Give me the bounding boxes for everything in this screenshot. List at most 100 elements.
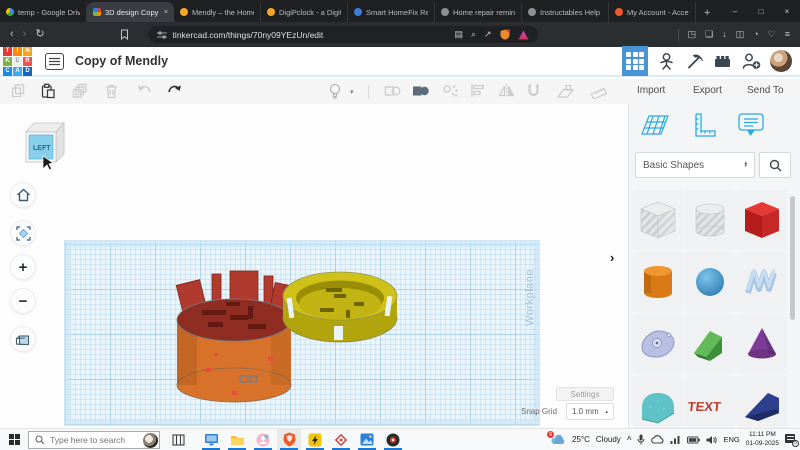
blocks-gingerbread-icon[interactable]: [657, 52, 676, 71]
settings-button[interactable]: Settings: [556, 387, 614, 401]
weather-temperature[interactable]: 25°C: [572, 435, 590, 444]
panel-collapse-button[interactable]: ›: [610, 250, 614, 265]
language-indicator[interactable]: ENG: [723, 435, 739, 444]
zoom-out-button[interactable]: −: [10, 288, 36, 314]
weather-condition[interactable]: Cloudy: [596, 435, 621, 444]
tab-instructables-help[interactable]: Instructables Help: [522, 2, 609, 22]
tab-my-account[interactable]: My Account - Access: [609, 2, 696, 22]
reload-button[interactable]: ↻: [35, 29, 44, 40]
workplane-helper-icon[interactable]: [639, 112, 671, 138]
tab-smart-homefix[interactable]: Smart HomeFix Remi: [348, 2, 435, 22]
shape-cylinder[interactable]: [633, 252, 683, 312]
viewport[interactable]: Workplane: [0, 104, 628, 428]
tab-google-drive[interactable]: temp - Google Drive: [0, 2, 87, 22]
scatter-button[interactable]: [442, 83, 459, 98]
tray-expand-chevron[interactable]: ^: [627, 435, 632, 444]
browser-essentials-icon[interactable]: ♡: [768, 30, 776, 39]
volume-icon[interactable]: [706, 435, 717, 445]
paste-button[interactable]: [40, 83, 56, 99]
notes-helper-icon[interactable]: [737, 112, 765, 138]
shape-round-roof[interactable]: [633, 376, 683, 428]
bookmark-icon[interactable]: [120, 29, 129, 40]
duplicate-button[interactable]: [72, 83, 88, 99]
extensions-icon[interactable]: ◳: [688, 30, 697, 39]
downloads-icon[interactable]: ↓: [722, 30, 727, 39]
snap-grid-select[interactable]: 1.0 mm ▴: [566, 403, 614, 420]
collections-icon[interactable]: ❏: [705, 30, 713, 39]
import-button[interactable]: Import: [637, 85, 665, 96]
site-info-icon[interactable]: [157, 31, 167, 39]
app-people[interactable]: [251, 429, 275, 450]
adblock-shield-icon[interactable]: [500, 29, 510, 40]
fit-view-button[interactable]: [10, 220, 36, 246]
shape-box[interactable]: [737, 190, 787, 250]
mirror-button[interactable]: [498, 83, 515, 98]
zoom-page-icon[interactable]: ⌕: [471, 30, 476, 39]
collaborate-add-person-icon[interactable]: [741, 52, 761, 70]
share-icon[interactable]: ↗: [484, 30, 492, 39]
taskbar-search[interactable]: [28, 431, 160, 449]
show-all-bulb-button[interactable]: [328, 83, 342, 100]
notification-center-button[interactable]: 5: [785, 434, 798, 446]
search-input[interactable]: [50, 435, 138, 445]
onedrive-icon[interactable]: [651, 435, 664, 444]
new-tab-button[interactable]: +: [704, 7, 710, 19]
minimize-button[interactable]: –: [722, 0, 748, 22]
microphone-icon[interactable]: [637, 434, 645, 445]
tab-mendly[interactable]: Mendly – the Home M: [174, 2, 261, 22]
design-model[interactable]: [150, 258, 490, 404]
group-button[interactable]: [384, 83, 401, 98]
shape-scribble[interactable]: [737, 252, 787, 312]
ungroup-button[interactable]: [412, 83, 429, 98]
shape-extrusion[interactable]: [633, 314, 683, 374]
browser-menu-icon[interactable]: ≡: [785, 30, 790, 39]
search-highlight-image[interactable]: [143, 433, 158, 448]
warning-triangle-icon[interactable]: [518, 30, 529, 40]
lego-brick-icon[interactable]: [713, 53, 732, 69]
start-button[interactable]: [0, 434, 28, 445]
ruler-tool-button[interactable]: [590, 83, 608, 99]
shape-roof[interactable]: [685, 314, 735, 374]
close-window-button[interactable]: ×: [774, 0, 800, 22]
shape-sphere[interactable]: [685, 252, 735, 312]
app-shareit[interactable]: [303, 429, 327, 450]
forward-button[interactable]: ›: [23, 29, 27, 40]
shape-search-button[interactable]: [759, 152, 791, 178]
tab-digipclock[interactable]: DigiPclock - a Digital: [261, 2, 348, 22]
task-view-button[interactable]: [172, 434, 185, 446]
ruler-helper-icon[interactable]: [691, 112, 717, 138]
tab-home-repair[interactable]: Home repair reminde: [435, 2, 522, 22]
app-remote-desktop[interactable]: [199, 429, 223, 450]
shape-category-select[interactable]: Basic Shapes ▴▾: [635, 152, 755, 178]
snap-magnet-button[interactable]: [526, 83, 541, 99]
tinkercad-logo[interactable]: T I N K E R C A D: [3, 47, 32, 76]
view-cube[interactable]: LEFT: [16, 116, 66, 172]
reading-mode-icon[interactable]: ▤: [454, 30, 463, 39]
export-button[interactable]: Export: [693, 85, 722, 96]
send-to-button[interactable]: Send To: [747, 85, 784, 96]
shape-hole-cylinder[interactable]: [685, 190, 735, 250]
redo-button[interactable]: [166, 83, 183, 97]
show-all-caret-icon[interactable]: ▾: [350, 88, 354, 96]
app-media-dark[interactable]: [381, 429, 405, 450]
tab-tinkercad-design[interactable]: 3D design Copy o×: [87, 2, 174, 22]
app-brave[interactable]: [277, 429, 301, 450]
weather-widget[interactable]: 9: [551, 434, 566, 445]
shape-hole-box[interactable]: [633, 190, 683, 250]
split-screen-icon[interactable]: ◫: [736, 30, 745, 39]
app-diamond[interactable]: [329, 429, 353, 450]
home-view-button[interactable]: [10, 182, 36, 208]
panel-scrollbar[interactable]: [790, 196, 795, 320]
close-tab-icon[interactable]: ×: [164, 9, 168, 16]
avatar[interactable]: [770, 50, 792, 72]
maximize-button[interactable]: □: [748, 0, 774, 22]
back-button[interactable]: ‹: [10, 29, 14, 40]
shape-cone[interactable]: [737, 314, 787, 374]
url-bar[interactable]: tinkercad.com/things/70ny09YEzUn/edit ▤ …: [148, 26, 538, 43]
app-photos[interactable]: [355, 429, 379, 450]
zoom-in-button[interactable]: +: [10, 254, 36, 280]
delete-button[interactable]: [104, 83, 119, 99]
shapes-view-button[interactable]: [622, 46, 648, 76]
clock[interactable]: 11:11 PM 01-09-2025: [746, 431, 779, 449]
undo-button[interactable]: [136, 83, 153, 97]
